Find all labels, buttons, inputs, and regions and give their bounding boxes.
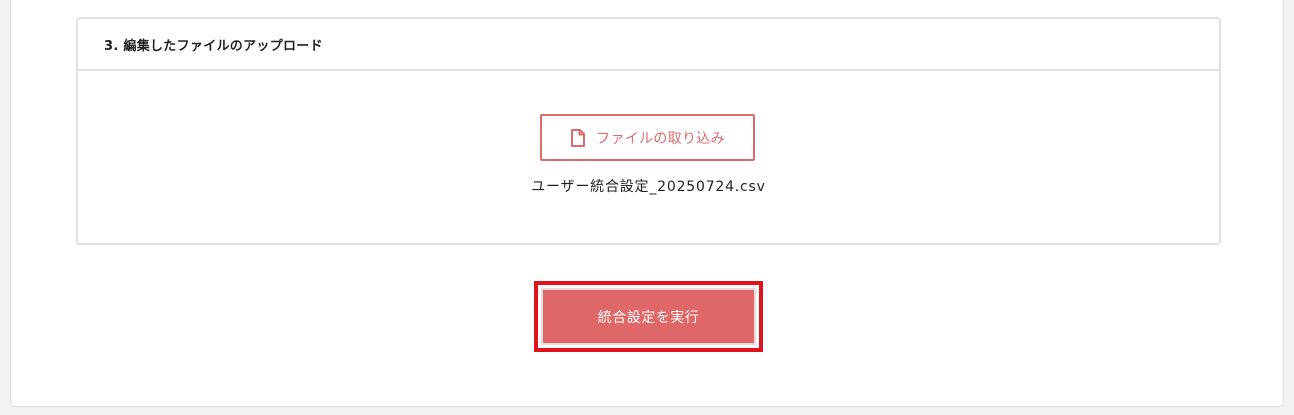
import-file-label: ファイルの取り込み <box>596 130 725 147</box>
selected-file-name: ユーザー統合設定_20250724.csv <box>531 179 766 195</box>
execute-integration-button[interactable]: 統合設定を実行 <box>541 288 756 345</box>
section-header: 3. 編集したファイルのアップロード <box>78 19 1219 71</box>
main-panel: 3. 編集したファイルのアップロード ファイルの取り込み ユーザー統合設定_20… <box>10 0 1284 407</box>
highlight-frame: 統合設定を実行 <box>534 281 763 352</box>
file-icon <box>570 128 586 147</box>
import-file-button[interactable]: ファイルの取り込み <box>540 114 755 161</box>
upload-section-card: 3. 編集したファイルのアップロード ファイルの取り込み ユーザー統合設定_20… <box>76 17 1221 245</box>
execute-integration-label: 統合設定を実行 <box>597 309 700 326</box>
section-title: 3. 編集したファイルのアップロード <box>104 38 323 54</box>
